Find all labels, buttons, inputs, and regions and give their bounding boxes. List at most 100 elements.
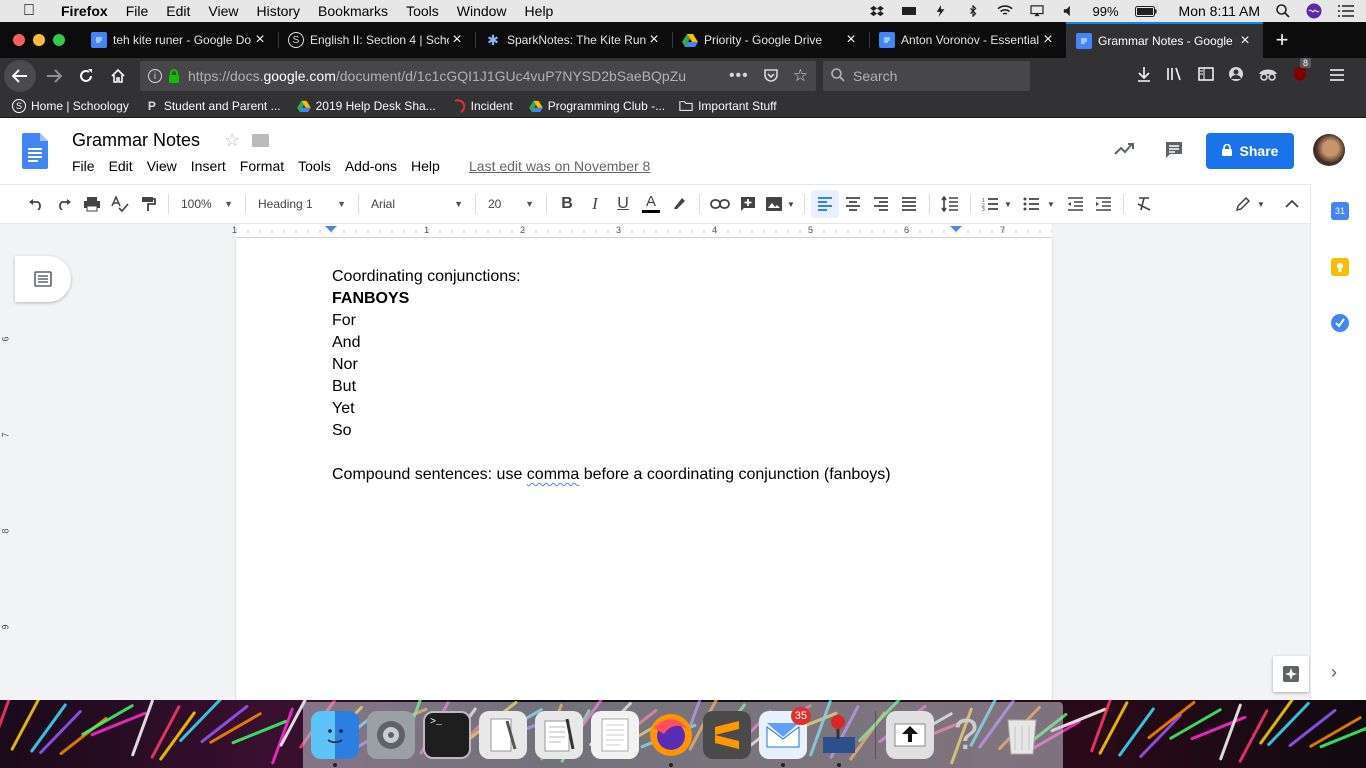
conjunction-item[interactable]: Yet [332, 398, 891, 420]
close-tab-icon[interactable]: × [1237, 32, 1253, 50]
bookmark-incident[interactable]: Incident [452, 99, 513, 113]
conjunction-item[interactable]: But [332, 376, 891, 398]
highlight-color-icon[interactable] [665, 190, 693, 218]
conjunction-item[interactable]: And [332, 332, 891, 354]
drive-sync-icon[interactable] [901, 5, 917, 17]
tab-anton-voronov[interactable]: Anton Voronov - Essential × [869, 22, 1066, 58]
docs-menu-help[interactable]: Help [411, 158, 440, 174]
vertical-ruler[interactable]: 6 7 8 9 [0, 238, 14, 700]
docs-menu-view[interactable]: View [147, 158, 177, 174]
mail-icon[interactable]: 35 [759, 707, 811, 767]
menu-file[interactable]: File [117, 0, 158, 22]
avatar[interactable] [1313, 134, 1345, 166]
minimize-window-button[interactable] [33, 34, 45, 46]
spellcheck-icon[interactable] [106, 190, 134, 218]
terminal-icon[interactable]: >_ [423, 711, 471, 759]
conjunction-item[interactable]: So [332, 420, 891, 442]
menu-window[interactable]: Window [448, 0, 516, 22]
bookmark-home-schoology[interactable]: S Home | Schoology [12, 98, 129, 113]
menu-history[interactable]: History [247, 0, 309, 22]
text-color-icon[interactable]: A [637, 190, 665, 218]
document-title[interactable]: Grammar Notes [72, 130, 200, 151]
apple-menu-icon[interactable]:  [20, 2, 38, 20]
close-tab-icon[interactable]: × [1040, 31, 1056, 49]
textedit-icon[interactable] [535, 711, 583, 759]
collapse-menus-icon[interactable] [1278, 190, 1306, 218]
page-actions-icon[interactable]: ••• [729, 67, 749, 85]
document-outline-button[interactable] [15, 256, 71, 302]
move-folder-icon[interactable] [252, 134, 269, 147]
close-tab-icon[interactable]: × [252, 31, 268, 49]
battery-percent[interactable]: 99% [1093, 4, 1119, 19]
undo-icon[interactable] [22, 190, 50, 218]
siri-icon[interactable] [1306, 3, 1322, 19]
close-window-button[interactable] [13, 34, 25, 46]
docs-menu-file[interactable]: File [72, 158, 95, 174]
close-tab-icon[interactable]: × [646, 31, 662, 49]
docs-menu-insert[interactable]: Insert [191, 158, 226, 174]
docs-menu-tools[interactable]: Tools [298, 158, 331, 174]
font-size-select[interactable]: 20 ▼ [482, 190, 540, 218]
bold-icon[interactable]: B [553, 190, 581, 218]
paragraph-style-select[interactable]: Heading 1 ▼ [252, 190, 352, 218]
underline-icon[interactable]: U [609, 190, 637, 218]
back-button[interactable] [4, 60, 36, 92]
redo-icon[interactable] [50, 190, 78, 218]
editing-mode-icon[interactable]: ▼ [1230, 190, 1270, 218]
last-edit-link[interactable]: Last edit was on November 8 [469, 158, 650, 174]
url-text[interactable]: https://docs.google.com/document/d/1c1cG… [188, 68, 708, 84]
help-question-icon[interactable]: ? [942, 710, 990, 759]
search-bar[interactable]: Search [823, 61, 1030, 91]
tab-sparknotes[interactable]: ✱ SparkNotes: The Kite Runn × [475, 22, 672, 58]
clock[interactable]: Mon 8:11 AM [1179, 3, 1260, 19]
align-center-icon[interactable] [839, 190, 867, 218]
tab-english-ii[interactable]: S English II: Section 4 | Scho × [278, 22, 475, 58]
horizontal-ruler[interactable]: 1 1 2 3 4 5 6 7 [232, 224, 1053, 238]
sidebar-icon[interactable] [1198, 67, 1214, 85]
tab-priority-drive[interactable]: Priority - Google Drive × [672, 22, 869, 58]
bookmark-programming-club[interactable]: Programming Club -... [528, 99, 665, 113]
finder-icon[interactable] [311, 711, 359, 767]
account-icon[interactable] [1228, 66, 1244, 86]
tab-teh-kite-runer[interactable]: teh kite runer - Google Do × [81, 22, 278, 58]
volume-icon[interactable] [1061, 5, 1077, 17]
menu-tools[interactable]: Tools [397, 0, 448, 22]
firefox-icon[interactable] [647, 711, 695, 767]
docs-menu-edit[interactable]: Edit [109, 158, 133, 174]
bookmark-student-parent[interactable]: P Student and Parent ... [145, 99, 281, 113]
sublime-text-icon[interactable] [703, 711, 751, 759]
insert-comment-icon[interactable] [734, 190, 762, 218]
font-family-select[interactable]: Arial ▼ [365, 190, 469, 218]
docs-logo-icon[interactable] [22, 133, 48, 169]
italic-icon[interactable]: I [581, 190, 609, 218]
battery-icon[interactable] [1134, 5, 1157, 17]
document-page[interactable]: Coordinating conjunctions: FANBOYS For A… [236, 238, 1052, 700]
activity-trend-icon[interactable] [1114, 142, 1134, 161]
tasks-icon[interactable] [1331, 314, 1349, 332]
address-bar[interactable]: i https://docs.google.com/document/d/1c1… [140, 61, 816, 91]
app-menu-firefox[interactable]: Firefox [52, 0, 117, 22]
conjunction-item[interactable]: Nor [332, 354, 891, 376]
reload-button[interactable] [72, 62, 100, 90]
wifi-icon[interactable] [996, 5, 1013, 17]
bulleted-list-icon[interactable]: ▼ [1017, 190, 1061, 218]
document-body[interactable]: Coordinating conjunctions: FANBOYS For A… [332, 266, 891, 486]
share-button[interactable]: Share [1206, 133, 1294, 169]
decrease-indent-icon[interactable] [1061, 190, 1089, 218]
keep-icon[interactable] [1331, 258, 1349, 276]
doc-acronym[interactable]: FANBOYS [332, 288, 891, 310]
airplay-icon[interactable] [1029, 5, 1045, 17]
menu-bookmarks[interactable]: Bookmarks [309, 0, 397, 22]
explore-button[interactable] [1273, 656, 1309, 692]
menu-edit[interactable]: Edit [157, 0, 199, 22]
star-icon[interactable]: ☆ [224, 130, 240, 151]
home-button[interactable] [104, 62, 132, 90]
downloads-stack-icon[interactable] [886, 711, 934, 759]
library-icon[interactable] [1166, 66, 1184, 86]
align-left-icon[interactable] [811, 190, 839, 218]
zoom-select[interactable]: 100% ▼ [175, 190, 239, 218]
forward-button[interactable] [40, 62, 68, 90]
downloads-icon[interactable] [1136, 66, 1152, 86]
menu-view[interactable]: View [199, 0, 247, 22]
insert-image-icon[interactable]: ▼ [762, 190, 798, 218]
